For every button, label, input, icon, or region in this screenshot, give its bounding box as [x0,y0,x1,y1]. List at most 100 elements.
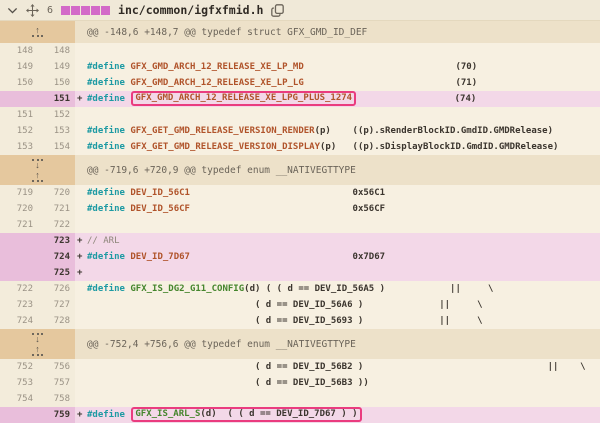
new-line-number[interactable]: 724 [38,249,75,265]
new-line-number[interactable]: 757 [38,375,75,391]
code-segment: GFX_IS_ARL_S [135,409,200,419]
new-line-number[interactable]: 756 [38,359,75,375]
diff-row: 721722 [0,217,600,233]
old-line-number[interactable]: 724 [0,313,38,329]
old-line-number[interactable] [0,91,38,107]
new-line-number[interactable]: 150 [38,75,75,91]
code-line [87,43,600,59]
new-line-number[interactable]: 720 [38,185,75,201]
diff-row: 722726#define GFX_IS_DG2_G11_CONFIG(d) (… [0,281,600,297]
code-segment: #define [87,78,130,88]
new-line-number[interactable]: 722 [38,217,75,233]
diff-marker [75,75,87,91]
diff-row: 753757 ( d == DEV_ID_56B3 )) [0,375,600,391]
old-line-number[interactable]: 148 [0,43,38,59]
new-line-number[interactable]: 723 [38,233,75,249]
code-segment: DEV_ID_56CF [130,204,190,214]
code-segment: #define [87,62,130,72]
code-segment: 0x56C1 [190,188,385,198]
old-line-number[interactable] [0,233,38,249]
code-line: #define DEV_ID_56C1 0x56C1 [87,185,600,201]
new-line-number[interactable]: 728 [38,313,75,329]
new-line-number[interactable]: 154 [38,139,75,155]
old-line-number[interactable]: 723 [0,297,38,313]
diffstat [61,6,110,15]
diff-row: 724728 ( d == DEV_ID_5693 ) || \ [0,313,600,329]
diff-marker: + [75,407,87,423]
expand-up-button[interactable]: ↑ [32,172,43,183]
expand-up-button[interactable]: ↑ [32,27,43,38]
code-line: #define GFX_IS_ARL_S(d) ( ( d == DEV_ID_… [87,407,600,423]
old-line-number[interactable]: 754 [0,391,38,407]
old-line-number[interactable]: 152 [0,123,38,139]
drag-handle[interactable] [26,4,39,17]
old-line-number[interactable]: 720 [0,201,38,217]
code-line: ( d == DEV_ID_56B2 ) || \ [87,359,600,375]
collapse-file-button[interactable] [7,5,18,16]
code-line: #define DEV_ID_56CF 0x56CF [87,201,600,217]
code-line [87,107,600,123]
expand-buttons: ↓↑ [0,155,75,185]
code-line: ( d == DEV_ID_5693 ) || \ [87,313,600,329]
diff-marker [75,123,87,139]
diff-row: 724+#define DEV_ID_7D67 0x7D67 [0,249,600,265]
diff-marker [75,375,87,391]
hunk-heading: @@ -148,6 +148,7 @@ typedef struct GFX_G… [75,21,600,43]
code-segment: GFX_GMD_ARCH_12_RELEASE_XE_LPG_PLUS_1274 [135,93,352,103]
code-line [87,391,600,407]
new-line-number[interactable]: 151 [38,91,75,107]
diff-row: 149149#define GFX_GMD_ARCH_12_RELEASE_XE… [0,59,600,75]
new-line-number[interactable]: 149 [38,59,75,75]
new-line-number[interactable]: 152 [38,107,75,123]
new-line-number[interactable]: 759 [38,407,75,423]
old-line-number[interactable]: 149 [0,59,38,75]
expand-down-button[interactable]: ↓ [32,332,43,343]
diff-marker [75,217,87,233]
expand-down-button[interactable]: ↓ [32,158,43,169]
diffstat-block [91,6,100,15]
new-line-number[interactable]: 153 [38,123,75,139]
expand-down-icon: ↓ [35,336,40,343]
diff-marker: + [75,91,87,107]
old-line-number[interactable]: 752 [0,359,38,375]
expand-buttons: ↓↑ [0,329,75,359]
new-line-number[interactable]: 727 [38,297,75,313]
diffstat-block [101,6,110,15]
old-line-number[interactable]: 153 [0,139,38,155]
new-line-number[interactable]: 758 [38,391,75,407]
old-line-number[interactable] [0,407,38,423]
diff-marker [75,107,87,123]
old-line-number[interactable]: 722 [0,281,38,297]
expand-down-icon: ↓ [35,162,40,169]
code-line [87,265,600,281]
old-line-number[interactable]: 151 [0,107,38,123]
old-line-number[interactable] [0,249,38,265]
hunk-heading: @@ -752,4 +756,6 @@ typedef enum __NATIV… [75,329,600,359]
code-segment: #define [87,94,130,104]
code-segment: // ARL [87,236,120,246]
code-segment: GFX_GET_GMD_RELEASE_VERSION_DISPLAY [130,142,320,152]
expand-buttons: ↑ [0,21,75,43]
old-line-number[interactable]: 150 [0,75,38,91]
diffstat-block [71,6,80,15]
old-line-number[interactable]: 721 [0,217,38,233]
chevron-down-icon [7,5,18,16]
code-segment: #define [87,284,130,294]
code-line: #define GFX_GMD_ARCH_12_RELEASE_XE_LPG_P… [87,91,600,107]
old-line-number[interactable] [0,265,38,281]
diff-row: 752756 ( d == DEV_ID_56B2 ) || \ [0,359,600,375]
old-line-number[interactable]: 753 [0,375,38,391]
code-line: #define GFX_GMD_ARCH_12_RELEASE_XE_LP_LG… [87,75,600,91]
copy-path-button[interactable] [271,4,284,17]
code-line [87,217,600,233]
new-line-number[interactable]: 725 [38,265,75,281]
code-segment: DEV_ID_7D67 [130,252,190,262]
file-path: inc/common/igfxfmid.h [118,3,263,17]
new-line-number[interactable]: 721 [38,201,75,217]
expand-up-button[interactable]: ↑ [32,346,43,357]
new-line-number[interactable]: 726 [38,281,75,297]
hunk-header: ↑ @@ -148,6 +148,7 @@ typedef struct GFX_… [0,21,600,43]
new-line-number[interactable]: 148 [38,43,75,59]
code-segment: 0x7D67 [190,252,385,262]
old-line-number[interactable]: 719 [0,185,38,201]
